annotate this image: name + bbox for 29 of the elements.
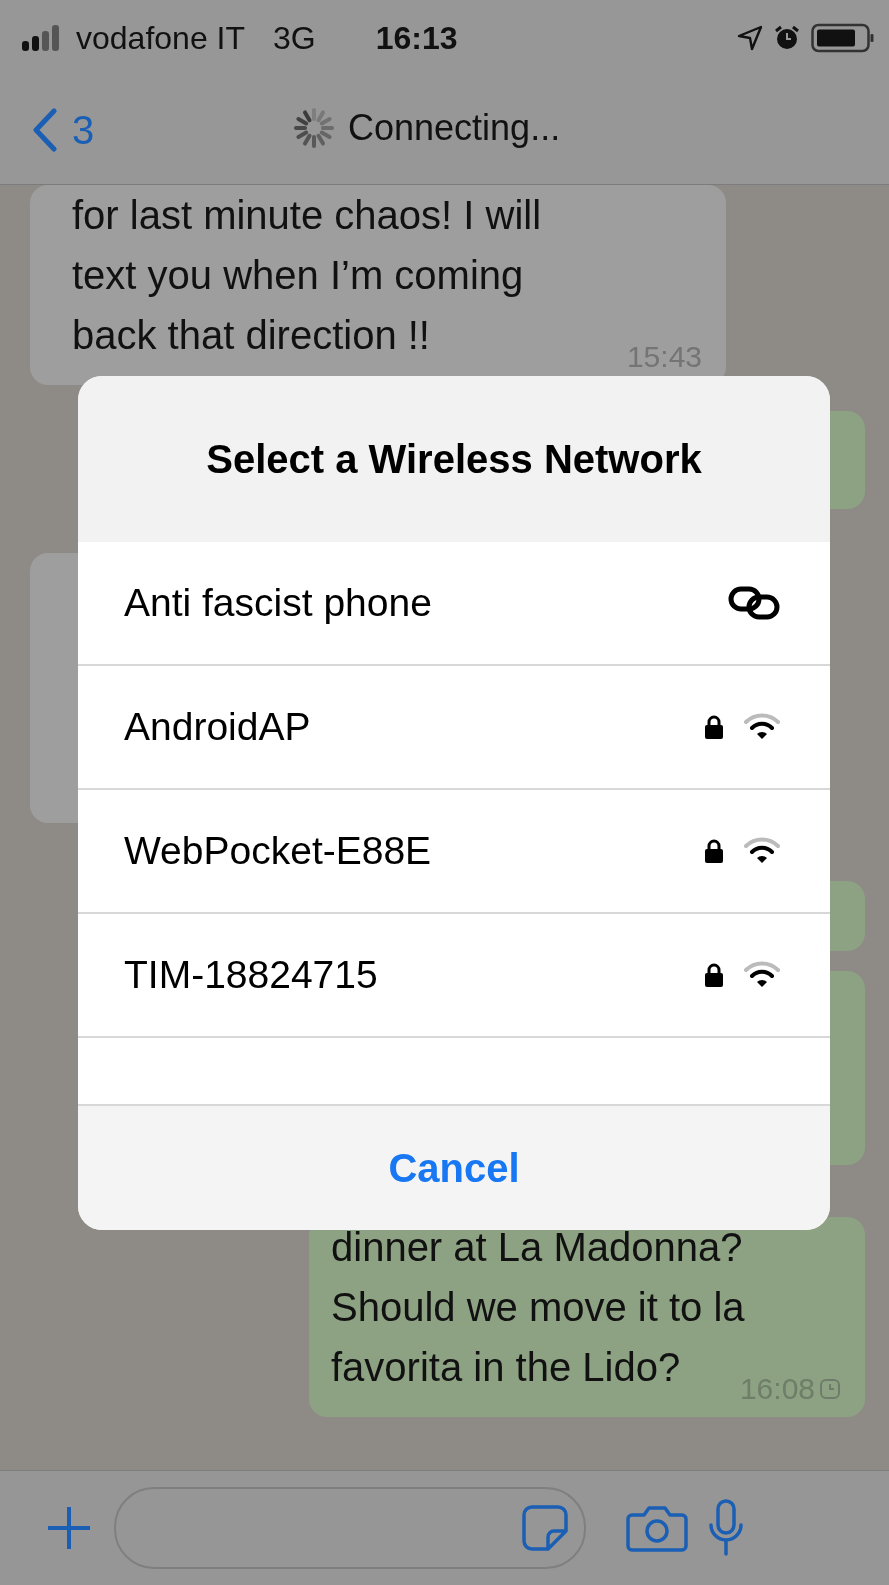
network-row[interactable]: WebPocket-E88E	[78, 790, 830, 914]
location-arrow-icon	[737, 25, 763, 51]
wifi-icon	[744, 713, 780, 741]
camera-button[interactable]	[626, 1503, 688, 1553]
carrier-name: vodafone IT	[76, 19, 245, 57]
status-time: 16:13	[375, 19, 458, 57]
battery-icon	[811, 23, 875, 53]
message-input-field[interactable]	[114, 1487, 586, 1569]
alarm-clock-icon	[773, 24, 801, 52]
network-name: TIM-18824715	[124, 953, 378, 997]
network-type: 3G	[273, 19, 316, 57]
network-row[interactable]: AndroidAP	[78, 666, 830, 790]
message-text: for last minute chaos! I will text you when I’m coming back that direction !!	[72, 192, 542, 359]
connection-status: Connecting...	[348, 107, 561, 149]
lock-icon	[704, 714, 724, 740]
sticker-icon[interactable]	[520, 1503, 570, 1553]
lock-icon	[704, 962, 724, 988]
wifi-icon	[744, 837, 780, 865]
network-row[interactable]: Anti fascist phone	[78, 542, 830, 666]
chevron-left-icon	[32, 108, 58, 152]
microphone-button[interactable]	[708, 1499, 744, 1557]
lock-icon	[704, 838, 724, 864]
wifi-icon	[744, 961, 780, 989]
network-name: AndroidAP	[124, 705, 311, 749]
network-name: Anti fascist phone	[124, 581, 432, 625]
network-row[interactable]: TIM-18824715	[78, 914, 830, 1038]
clock-icon	[819, 1378, 841, 1400]
link-icon	[728, 586, 780, 620]
network-name: WebPocket-E88E	[124, 829, 432, 873]
